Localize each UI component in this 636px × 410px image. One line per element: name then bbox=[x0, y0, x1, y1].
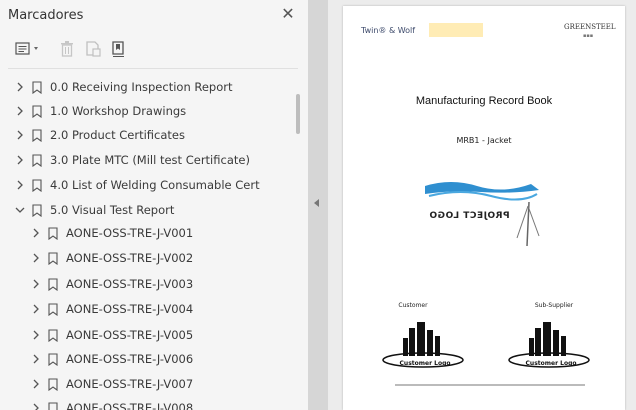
bookmark-icon bbox=[32, 128, 42, 142]
bookmark-icon bbox=[32, 80, 42, 94]
bookmark-icon bbox=[48, 302, 58, 316]
bookmark-label: AONE-OSS-TRE-J-V004 bbox=[66, 302, 194, 316]
chevron-right-icon[interactable] bbox=[30, 329, 42, 341]
new-bookmark-button[interactable] bbox=[82, 38, 104, 60]
bookmark-item[interactable]: AONE-OSS-TRE-J-V001 bbox=[0, 221, 296, 245]
document-subtitle: MRB1 - Jacket bbox=[456, 136, 512, 145]
toolbar-divider bbox=[8, 68, 298, 69]
chevron-right-icon[interactable] bbox=[14, 179, 26, 191]
bookmark-label: 2.0 Product Certificates bbox=[50, 128, 185, 142]
bookmark-item[interactable]: AONE-OSS-TRE-J-V006 bbox=[0, 347, 296, 371]
customer-logo-text: Customer Logo bbox=[399, 360, 451, 367]
chevron-right-icon[interactable] bbox=[30, 278, 42, 290]
bookmarks-toolbar bbox=[0, 32, 308, 68]
chevron-right-icon[interactable] bbox=[30, 303, 42, 315]
document-title: Manufacturing Record Book bbox=[415, 95, 553, 107]
delete-bookmark-button[interactable] bbox=[56, 38, 78, 60]
chevron-right-icon[interactable] bbox=[30, 252, 42, 264]
new-bookmark-icon bbox=[86, 41, 101, 57]
bookmark-item[interactable]: AONE-OSS-TRE-J-V005 bbox=[0, 323, 296, 347]
bookmark-icon bbox=[32, 104, 42, 118]
bookmark-properties-button[interactable] bbox=[108, 38, 130, 60]
bookmark-icon bbox=[48, 251, 58, 265]
supplier-label: Sub-Supplier bbox=[534, 302, 574, 309]
bookmark-item[interactable]: AONE-OSS-TRE-J-V007 bbox=[0, 372, 296, 396]
bookmark-tree: 0.0 Receiving Inspection Report 1.0 Works… bbox=[0, 74, 296, 410]
bookmark-icon bbox=[32, 203, 42, 217]
supplier-logo-text: Customer Logo bbox=[525, 360, 577, 367]
header-right-logo: GREENSTEEL bbox=[564, 23, 616, 31]
bookmark-icon bbox=[48, 277, 58, 291]
bookmark-item[interactable]: 2.0 Product Certificates bbox=[0, 123, 296, 147]
project-logo-text: PROJECT LOGO bbox=[429, 211, 510, 221]
bookmarks-panel: Marcadores ✕ 0.0 Receiving Inspection Re… bbox=[0, 0, 309, 410]
panel-title: Marcadores bbox=[8, 8, 84, 23]
bookmark-item[interactable]: 0.0 Receiving Inspection Report bbox=[0, 75, 296, 99]
customer-label: Customer bbox=[398, 302, 428, 309]
bookmark-label: 1.0 Workshop Drawings bbox=[50, 104, 187, 118]
bookmark-icon bbox=[48, 401, 58, 410]
bookmark-item[interactable]: 5.0 Visual Test Report bbox=[0, 198, 296, 222]
bookmark-icon bbox=[48, 226, 58, 240]
bookmark-item[interactable]: AONE-OSS-TRE-J-V002 bbox=[0, 246, 296, 270]
options-menu-icon bbox=[15, 42, 38, 55]
bookmark-item[interactable]: AONE-OSS-TRE-J-V003 bbox=[0, 272, 296, 296]
chevron-right-icon[interactable] bbox=[14, 129, 26, 141]
bookmark-item[interactable]: 3.0 Plate MTC (Mill test Certificate) bbox=[0, 148, 296, 172]
bookmark-label: AONE-OSS-TRE-J-V008 bbox=[66, 401, 194, 410]
bookmark-item[interactable]: 1.0 Workshop Drawings bbox=[0, 99, 296, 123]
document-page: Twin® & Wolf GREENSTEEL ▪▪▪ Manufacturin… bbox=[343, 6, 625, 410]
properties-icon bbox=[112, 41, 124, 57]
bookmark-label: 0.0 Receiving Inspection Report bbox=[50, 80, 233, 94]
delete-icon bbox=[61, 41, 73, 57]
header-left-logo-text: Twin® & Wolf bbox=[361, 26, 416, 35]
chevron-right-icon[interactable] bbox=[14, 105, 26, 117]
bookmark-label: AONE-OSS-TRE-J-V001 bbox=[66, 226, 194, 240]
header-right-sub: ▪▪▪ bbox=[583, 33, 594, 39]
chevron-right-icon[interactable] bbox=[30, 353, 42, 365]
chevron-right-icon[interactable] bbox=[30, 378, 42, 390]
bookmark-item[interactable]: AONE-OSS-TRE-J-V008 bbox=[0, 396, 296, 410]
footer-text-line bbox=[395, 384, 585, 386]
bookmark-icon bbox=[48, 352, 58, 366]
bookmark-icon bbox=[48, 328, 58, 342]
bookmark-icon bbox=[32, 153, 42, 167]
collapse-arrow-icon[interactable] bbox=[313, 198, 321, 208]
tree-scrollbar[interactable] bbox=[296, 94, 300, 134]
chevron-down-icon[interactable] bbox=[14, 204, 26, 216]
bookmark-label: AONE-OSS-TRE-J-V006 bbox=[66, 352, 194, 366]
bookmark-label: AONE-OSS-TRE-J-V003 bbox=[66, 277, 194, 291]
bookmark-label: AONE-OSS-TRE-J-V007 bbox=[66, 377, 194, 391]
bookmark-label: 3.0 Plate MTC (Mill test Certificate) bbox=[50, 153, 250, 167]
bookmark-label: AONE-OSS-TRE-J-V002 bbox=[66, 251, 194, 265]
close-panel-button[interactable]: ✕ bbox=[278, 4, 298, 24]
chevron-right-icon[interactable] bbox=[30, 402, 42, 410]
chevron-right-icon[interactable] bbox=[30, 227, 42, 239]
header-left-logo-mark bbox=[429, 23, 483, 37]
bookmark-label: 4.0 List of Welding Consumable Cert bbox=[50, 178, 260, 192]
bookmark-label: 5.0 Visual Test Report bbox=[50, 203, 175, 217]
bookmark-item[interactable]: AONE-OSS-TRE-J-V004 bbox=[0, 297, 296, 321]
bookmark-icon bbox=[48, 377, 58, 391]
panel-header: Marcadores ✕ bbox=[0, 0, 308, 30]
bookmark-icon bbox=[32, 178, 42, 192]
bookmark-item[interactable]: 4.0 List of Welding Consumable Cert bbox=[0, 173, 296, 197]
chevron-right-icon[interactable] bbox=[14, 154, 26, 166]
options-menu-button[interactable] bbox=[14, 38, 46, 60]
chevron-right-icon[interactable] bbox=[14, 81, 26, 93]
bookmark-label: AONE-OSS-TRE-J-V005 bbox=[66, 328, 194, 342]
